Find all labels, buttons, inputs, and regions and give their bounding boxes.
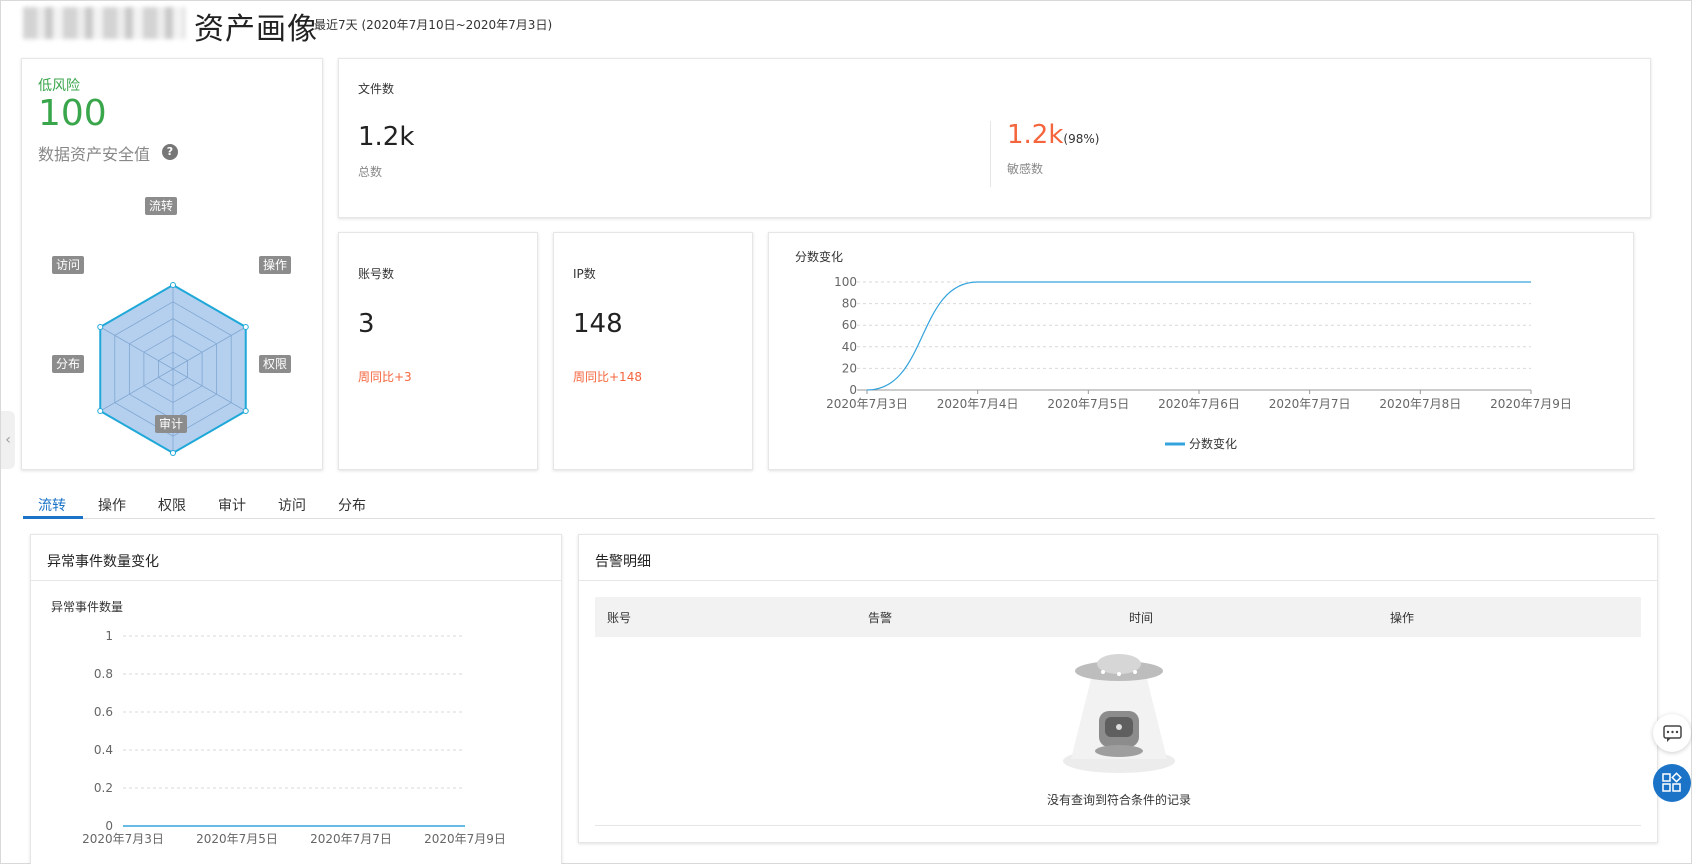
x-tick-label: 2020年7月5日 <box>1047 397 1129 411</box>
security-score-label: 数据资产安全值 <box>38 145 151 164</box>
x-tick-label: 2020年7月9日 <box>424 832 506 846</box>
security-score-card: 低风险 100 数据资产安全值 ? 流转 操作 权限 审计 分布 访问 <box>21 58 323 470</box>
alert-table-header: 账号 告警 时间 操作 <box>595 597 1641 637</box>
y-tick-label: 40 <box>842 340 857 354</box>
date-range: 最近7天 (2020年7月10日~2020年7月3日) <box>314 18 553 32</box>
radar-point <box>242 324 249 330</box>
sensitive-percent: (98%) <box>1063 132 1100 146</box>
tab-quanxian[interactable]: 权限 <box>158 495 186 515</box>
chevron-left-icon[interactable]: ‹ <box>1 411 15 469</box>
x-tick-label: 2020年7月4日 <box>937 397 1019 411</box>
sensitive-value: 1.2k <box>1007 120 1064 150</box>
radar-point <box>170 282 176 288</box>
sensitive-label: 敏感数 <box>1007 162 1044 176</box>
empty-ufo-icon <box>1063 654 1175 773</box>
tab-fangwen[interactable]: 访问 <box>278 495 306 515</box>
y-tick-label: 0.8 <box>94 667 113 681</box>
account-count-title: 账号数 <box>358 267 395 281</box>
tab-caozuo[interactable]: 操作 <box>98 495 126 515</box>
ip-count-value: 148 <box>573 309 623 339</box>
file-count-card: 文件数 1.2k 总数 1.2k(98%) 敏感数 <box>338 58 1651 218</box>
legend-label: 分数变化 <box>1189 436 1237 451</box>
alert-panel-title: 告警明细 <box>595 554 651 570</box>
column-time: 时间 <box>1129 611 1154 625</box>
tab-shenji[interactable]: 审计 <box>218 495 246 515</box>
y-tick-label: 0.6 <box>94 705 113 719</box>
y-tick-label: 0 <box>105 819 113 833</box>
score-chart-title: 分数变化 <box>795 249 843 264</box>
radar-label-liuzhuan: 流转 <box>145 197 178 215</box>
ip-week-change: 周同比+148 <box>573 370 642 384</box>
x-tick-label: 2020年7月5日 <box>196 832 278 846</box>
column-account: 账号 <box>607 611 632 625</box>
file-total-label: 总数 <box>358 165 383 179</box>
apps-icon[interactable] <box>1653 764 1691 802</box>
tab-liuzhuan[interactable]: 流转 <box>38 495 66 515</box>
anomaly-y-axis-label: 异常事件数量 <box>51 599 123 614</box>
anomaly-panel-title: 异常事件数量变化 <box>47 554 159 570</box>
ip-count-title: IP数 <box>573 267 596 281</box>
table-bottom-border <box>595 825 1641 826</box>
blurred-asset-name <box>23 7 185 39</box>
y-tick-label: 0 <box>849 383 857 397</box>
y-tick-label: 80 <box>842 297 857 311</box>
score-series-line <box>866 281 1531 391</box>
radar-label-fenbu: 分布 <box>52 355 85 373</box>
alert-detail-panel: 告警明细 账号 告警 时间 操作 没有查询到符合条件的记录 <box>578 534 1658 843</box>
file-count-title: 文件数 <box>358 82 395 96</box>
x-tick-label: 2020年7月8日 <box>1379 397 1461 411</box>
x-tick-label: 2020年7月6日 <box>1158 397 1240 411</box>
y-tick-label: 20 <box>842 361 857 375</box>
y-tick-label: 0.2 <box>94 781 113 795</box>
security-score: 100 <box>38 93 107 134</box>
alert-panel-divider <box>579 580 1657 581</box>
radar-label-caozuo: 操作 <box>259 256 292 274</box>
app-frame: 资产画像 最近7天 (2020年7月10日~2020年7月3日) 低风险 100… <box>0 0 1692 864</box>
y-tick-label: 100 <box>834 275 857 289</box>
column-action: 操作 <box>1390 611 1415 625</box>
radar-point <box>242 408 249 414</box>
anomaly-count-chart: 异常事件数量 0 0.2 0.4 0.6 0.8 1 2020年7月3日 2020年7月5日 20… <box>51 599 506 846</box>
column-alert: 告警 <box>868 611 893 625</box>
anomaly-count-panel: 异常事件数量变化 异常事件数量 0 0.2 0.4 0.6 0.8 1 2020年7月3日 20… <box>30 534 562 864</box>
score-change-card: 分数变化 0 20 40 60 80 100 2020年7月3日 2020年7月4日 2020年7… <box>768 232 1634 470</box>
active-tab-indicator <box>23 516 83 519</box>
page-title: 资产画像 <box>194 12 318 47</box>
y-tick-label: 60 <box>842 318 857 332</box>
radar-point <box>97 324 104 330</box>
metric-divider <box>990 121 991 187</box>
file-total-value: 1.2k <box>358 122 415 152</box>
sensitive-count: 1.2k(98%) <box>1007 120 1099 150</box>
radar-label-shenji: 审计 <box>155 415 188 433</box>
account-week-change: 周同比+3 <box>358 370 412 384</box>
x-tick-label: 2020年7月3日 <box>826 397 908 411</box>
x-tick-label: 2020年7月3日 <box>82 832 164 846</box>
risk-level: 低风险 <box>38 78 80 94</box>
account-count-card: 账号数 3 周同比+3 <box>338 232 538 470</box>
chat-icon[interactable] <box>1653 714 1691 752</box>
account-count-value: 3 <box>358 309 375 339</box>
x-tick-label: 2020年7月7日 <box>310 832 392 846</box>
tab-fenbu[interactable]: 分布 <box>338 495 366 515</box>
y-tick-label: 0.4 <box>94 743 113 757</box>
help-icon[interactable]: ? <box>162 144 178 160</box>
radar-point <box>170 450 176 456</box>
radar-label-fangwen: 访问 <box>52 256 85 274</box>
radar-point <box>97 408 104 414</box>
radar-label-quanxian: 权限 <box>259 355 292 373</box>
ip-count-card: IP数 148 周同比+148 <box>553 232 753 470</box>
score-change-chart: 分数变化 0 20 40 60 80 100 2020年7月3日 2020年7月4日 2020年7… <box>795 249 1572 451</box>
empty-table-message: 没有查询到符合条件的记录 <box>1046 793 1191 807</box>
y-tick-label: 1 <box>105 629 113 643</box>
dimension-tabs: 流转 操作 权限 审计 访问 分布 <box>23 489 1655 519</box>
x-tick-label: 2020年7月7日 <box>1269 397 1351 411</box>
x-tick-label: 2020年7月9日 <box>1490 397 1572 411</box>
